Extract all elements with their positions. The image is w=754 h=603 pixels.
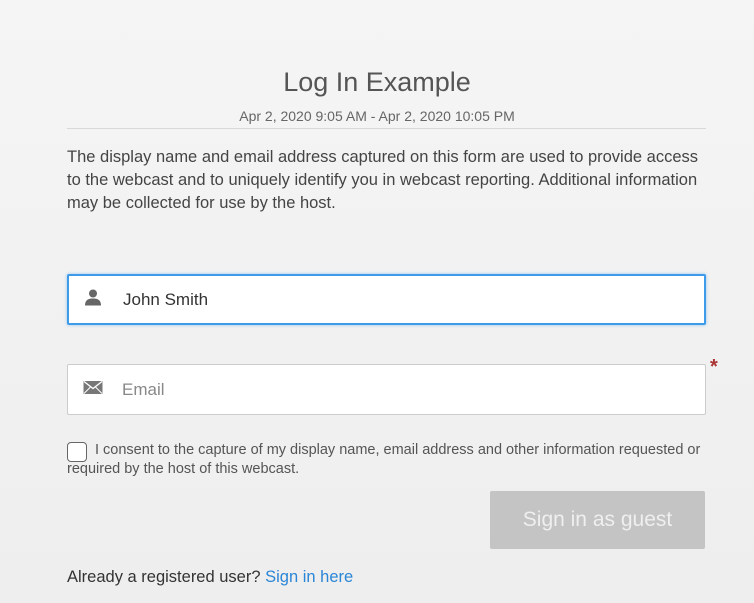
user-icon <box>84 288 102 311</box>
event-date-range: Apr 2, 2020 9:05 AM - Apr 2, 2020 10:05 … <box>239 108 515 124</box>
consent-label: I consent to the capture of my display n… <box>67 442 701 477</box>
page-title: Log In Example <box>283 67 471 97</box>
form-description: The display name and email address captu… <box>67 148 699 212</box>
registered-user-prompt: Already a registered user? Sign in here <box>67 568 353 587</box>
display-name-field[interactable]: John Smith <box>67 274 706 325</box>
login-card: Log In Example Apr 2, 2020 9:05 AM - Apr… <box>0 0 754 603</box>
email-field[interactable]: Email <box>67 364 706 415</box>
display-name-value: John Smith <box>123 289 209 309</box>
required-indicator: * <box>710 356 718 378</box>
email-placeholder: Email <box>122 379 165 399</box>
envelope-icon <box>83 380 103 399</box>
divider <box>67 128 706 129</box>
sign-in-here-link[interactable]: Sign in here <box>265 568 353 586</box>
sign-in-as-guest-button[interactable]: Sign in as guest <box>490 491 705 549</box>
registered-user-text: Already a registered user? <box>67 568 261 586</box>
